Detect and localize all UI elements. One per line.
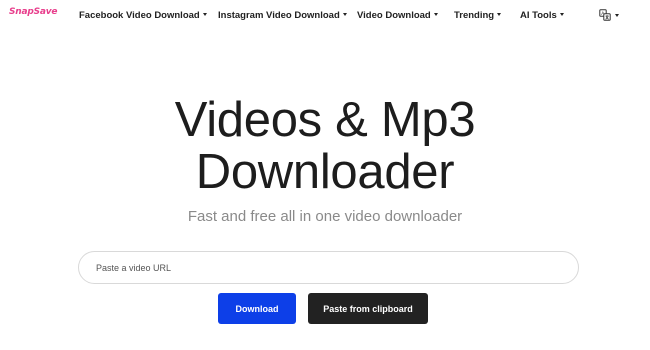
nav-item-label: Video Download — [357, 10, 431, 21]
download-button[interactable]: Download — [218, 293, 296, 324]
paste-from-clipboard-button[interactable]: Paste from clipboard — [308, 293, 428, 324]
video-url-input[interactable] — [78, 251, 579, 284]
hero-title: Videos & Mp3 Downloader — [0, 94, 650, 198]
nav-item-label: Instagram Video Download — [218, 10, 340, 21]
language-selector[interactable]: A — [599, 9, 619, 21]
translate-icon: A — [599, 9, 611, 21]
page: SnapSave Facebook Video Download Instagr… — [0, 0, 650, 350]
top-navbar: SnapSave Facebook Video Download Instagr… — [0, 0, 650, 34]
nav-item-label: AI Tools — [520, 10, 557, 21]
nav-item-video-download[interactable]: Video Download — [357, 10, 438, 21]
nav-item-label: Trending — [454, 10, 495, 21]
caret-down-icon — [615, 13, 619, 17]
caret-down-icon — [433, 13, 438, 16]
caret-down-icon — [559, 13, 564, 16]
hero-title-line1: Videos & Mp3 — [174, 93, 476, 147]
nav-item-instagram-video-download[interactable]: Instagram Video Download — [218, 10, 347, 21]
nav-item-facebook-video-download[interactable]: Facebook Video Download — [79, 10, 207, 21]
hero-title-line2: Downloader — [195, 145, 455, 199]
nav-item-trending[interactable]: Trending — [454, 10, 502, 21]
caret-down-icon — [497, 13, 502, 16]
nav-item-label: Facebook Video Download — [79, 10, 200, 21]
caret-down-icon — [342, 13, 347, 16]
nav-item-ai-tools[interactable]: AI Tools — [520, 10, 564, 21]
hero-subtitle: Fast and free all in one video downloade… — [187, 208, 463, 225]
caret-down-icon — [202, 13, 207, 16]
site-logo[interactable]: SnapSave — [9, 7, 58, 17]
